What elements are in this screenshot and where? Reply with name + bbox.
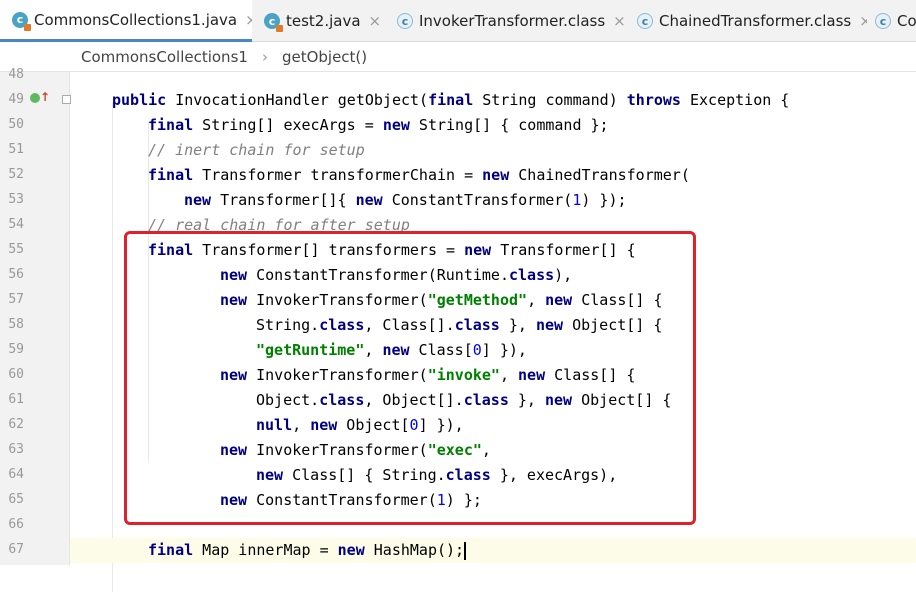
tab-label: InvokerTransformer.class <box>419 12 606 30</box>
tab-label: ChainedTransformer.class <box>659 12 852 30</box>
line-number: 56 <box>8 267 24 282</box>
code-token: public <box>112 91 167 109</box>
line-number: 51 <box>8 142 24 157</box>
close-icon[interactable]: × <box>859 12 867 30</box>
line-number: 67 <box>8 542 24 557</box>
highlight-box <box>124 231 696 525</box>
tab-commonscollections1[interactable]: c CommonsCollections1.java × <box>0 0 252 42</box>
code-line[interactable]: final Transformer transformerChain = new… <box>70 163 916 188</box>
line-number: 61 <box>8 392 24 407</box>
line-number: 49 <box>8 92 24 107</box>
code-line[interactable]: final Map innerMap = new HashMap(); <box>70 538 916 563</box>
code-token: new <box>184 191 212 209</box>
line-number: 55 <box>8 242 24 257</box>
implements-method-icon[interactable] <box>30 93 40 103</box>
code-token: Exception { <box>680 91 790 109</box>
code-token: // inert chain for setup <box>148 141 365 159</box>
code-token: new <box>337 541 365 559</box>
tab-label: Co <box>897 12 916 30</box>
compiled-class-icon: c <box>875 13 891 29</box>
line-number: 66 <box>8 517 24 532</box>
code-token: new <box>382 116 410 134</box>
code-token: final <box>148 116 194 134</box>
line-number: 48 <box>8 67 24 82</box>
close-icon[interactable]: × <box>613 12 626 30</box>
code-token: String command) <box>473 91 627 109</box>
code-token: final <box>428 91 474 109</box>
code-token: Map innerMap = <box>193 541 338 559</box>
line-number: 52 <box>8 167 24 182</box>
tab-invokertransformer[interactable]: c InvokerTransformer.class × <box>387 0 627 42</box>
compiled-class-icon: c <box>637 13 653 29</box>
tab-test2[interactable]: c test2.java × <box>252 0 387 42</box>
compiled-class-icon: c <box>397 13 413 29</box>
line-number: 60 <box>8 367 24 382</box>
close-icon[interactable]: × <box>369 12 382 30</box>
code-token: InvocationHandler getObject( <box>166 91 429 109</box>
code-token: Transformer transformerChain = <box>193 166 483 184</box>
java-class-icon: c <box>264 13 283 32</box>
tab-overflow[interactable]: c Co <box>867 0 916 42</box>
line-number: 63 <box>8 442 24 457</box>
code-token: HashMap(); <box>364 541 465 559</box>
code-token: ChainedTransformer( <box>509 166 690 184</box>
code-token: String[] execArgs = <box>193 116 383 134</box>
code-line[interactable]: final String[] execArgs = new String[] {… <box>70 113 916 138</box>
code-line[interactable]: public InvocationHandler getObject(final… <box>70 88 916 113</box>
line-number: 57 <box>8 292 24 307</box>
override-arrow-icon: ↑ <box>40 90 51 104</box>
code-token: String[] { command }; <box>409 116 609 134</box>
code-token: ) }); <box>581 191 627 209</box>
code-token: new <box>482 166 510 184</box>
editor-tab-bar: c CommonsCollections1.java × c test2.jav… <box>0 0 916 42</box>
code-line[interactable]: // inert chain for setup <box>70 138 916 163</box>
code-line[interactable] <box>70 63 916 88</box>
line-number: 62 <box>8 417 24 432</box>
code-token: Transformer[]{ <box>211 191 356 209</box>
tab-label: CommonsCollections1.java <box>34 10 238 29</box>
code-token: final <box>148 166 194 184</box>
line-number: 58 <box>8 317 24 332</box>
code-token: ConstantTransformer( <box>382 191 573 209</box>
code-token: throws <box>626 91 681 109</box>
tab-chainedtransformer[interactable]: c ChainedTransformer.class × <box>627 0 867 42</box>
code-line[interactable]: new Transformer[]{ new ConstantTransform… <box>70 188 916 213</box>
line-number: 65 <box>8 492 24 507</box>
close-icon[interactable]: × <box>245 11 252 29</box>
line-number: 59 <box>8 342 24 357</box>
line-number: 64 <box>8 467 24 482</box>
line-number: 50 <box>8 117 24 132</box>
java-class-icon: c <box>12 11 31 31</box>
code-token: final <box>148 541 194 559</box>
tab-label: test2.java <box>286 12 361 30</box>
text-caret <box>464 541 467 560</box>
line-number: 53 <box>8 192 24 207</box>
line-number: 54 <box>8 217 24 232</box>
code-token: new <box>355 191 383 209</box>
